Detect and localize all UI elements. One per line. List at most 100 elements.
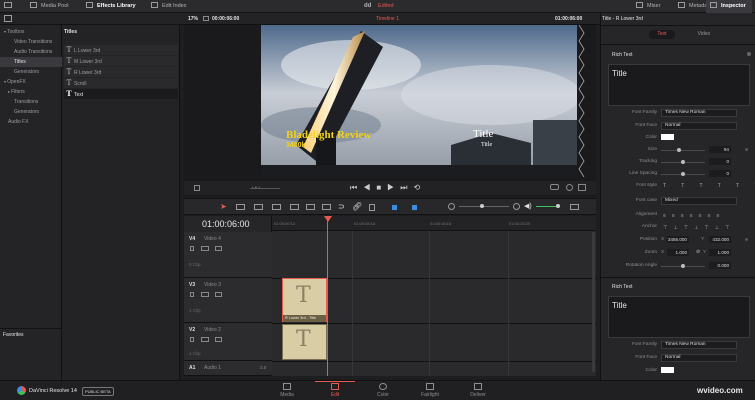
- tab-text[interactable]: Text: [649, 30, 675, 39]
- tree-item-video-transitions[interactable]: Video Transitions: [14, 37, 60, 47]
- auto-select-icon[interactable]: [201, 246, 209, 251]
- position-y-value[interactable]: 432.000: [709, 236, 731, 243]
- timeline-name[interactable]: Timeline 1: [376, 16, 399, 22]
- page-fairlight[interactable]: Fairlight: [410, 383, 450, 398]
- crop-icon[interactable]: [194, 185, 200, 191]
- tree-item-transitions[interactable]: Transitions: [14, 97, 60, 107]
- timeline-clip-v3[interactable]: T R Lower 3rd - Title: [282, 278, 327, 322]
- zoom-y-value[interactable]: 1.000: [709, 249, 731, 256]
- alignment-buttons[interactable]: ≡≡≡≡≡≡≡: [663, 212, 725, 220]
- auto-select-icon[interactable]: [201, 337, 209, 342]
- reset-icon[interactable]: [745, 148, 748, 151]
- line-spacing-slider-knob[interactable]: [681, 172, 685, 176]
- tree-item-toolbox[interactable]: ▾ Toolbox: [4, 27, 61, 37]
- timeline-options-icon[interactable]: [570, 204, 579, 210]
- toggle-panel-icon[interactable]: [4, 0, 16, 13]
- playback-buttons[interactable]: ⏮◀■▶⏭⟲: [350, 183, 426, 193]
- insert-clip-icon[interactable]: [290, 204, 299, 210]
- match-frame-icon[interactable]: [566, 184, 573, 191]
- text-input[interactable]: Title: [608, 64, 750, 106]
- size-value[interactable]: 94: [709, 146, 731, 153]
- section-rich-text[interactable]: Rich Text: [612, 52, 632, 58]
- mixer-button[interactable]: Mixer: [636, 0, 660, 13]
- timeline-ruler[interactable]: 01:00:00:12 01:00:08:18 01:00:16:16 01:0…: [272, 216, 596, 231]
- title-item-m-lower-3rd[interactable]: TM Lower 3rd: [64, 56, 178, 66]
- rotation-value[interactable]: 0.000: [709, 262, 731, 269]
- zoom-in-icon[interactable]: [513, 203, 520, 210]
- title-item-r-lower-3rd[interactable]: TR Lower 3rd: [64, 67, 178, 77]
- effects-library-button[interactable]: Effects Library: [86, 0, 136, 13]
- zoom-slider-knob[interactable]: [480, 204, 484, 208]
- color-swatch-2[interactable]: [661, 367, 674, 373]
- track-visibility-icon[interactable]: [215, 246, 222, 251]
- lock-icon[interactable]: [190, 292, 194, 297]
- position-lock-icon[interactable]: [369, 204, 375, 211]
- jog-arrows-icon[interactable]: ‹ • ›: [252, 185, 260, 191]
- page-deliver[interactable]: Deliver: [458, 383, 498, 398]
- lock-icon[interactable]: [190, 337, 194, 342]
- timeline-clip-v2[interactable]: T: [282, 324, 327, 360]
- tree-item-titles[interactable]: Titles: [0, 57, 62, 67]
- playhead[interactable]: [327, 216, 328, 376]
- flag-icon[interactable]: [392, 205, 397, 210]
- font-face-dropdown-2[interactable]: Normal: [661, 354, 737, 362]
- font-family-dropdown-2[interactable]: Times New Roman: [661, 341, 737, 349]
- auto-select-icon[interactable]: [201, 292, 209, 297]
- title-item-scroll[interactable]: T Scroll: [64, 78, 178, 88]
- track-header-v2[interactable]: V2 Video 2 1 Clip: [184, 323, 272, 361]
- tree-item-audio-fx[interactable]: Audio FX: [8, 117, 60, 127]
- color-swatch[interactable]: [661, 134, 674, 140]
- page-edit[interactable]: Edit: [315, 383, 355, 398]
- title-item-l-lower-3rd[interactable]: TL Lower 3rd: [64, 45, 178, 55]
- text-input-2[interactable]: Title: [608, 296, 750, 338]
- tree-item-generators[interactable]: Generators: [14, 67, 60, 77]
- reset-icon[interactable]: [747, 52, 751, 56]
- track-visibility-icon[interactable]: [215, 292, 222, 297]
- size-slider-knob[interactable]: [677, 148, 681, 152]
- tracking-slider-knob[interactable]: [681, 160, 685, 164]
- timeline-scrollbar[interactable]: [592, 232, 595, 372]
- video-frame[interactable]: Bladelight Review 3400k Title Title: [261, 25, 577, 177]
- audio-level-knob[interactable]: [556, 204, 560, 208]
- loop-icon[interactable]: [550, 184, 559, 190]
- rotation-slider-knob[interactable]: [681, 264, 685, 268]
- tree-item-generators-ofx[interactable]: Generators: [14, 107, 60, 117]
- timeline-tracks[interactable]: 01:00:00:12 01:00:08:18 01:00:16:16 01:0…: [272, 216, 596, 376]
- title-item-text[interactable]: T Text: [64, 89, 178, 99]
- reset-icon[interactable]: [745, 238, 748, 241]
- zoom-out-icon[interactable]: [448, 203, 455, 210]
- position-x-value[interactable]: 3456.000: [667, 236, 689, 243]
- font-face-dropdown[interactable]: Normal: [661, 122, 737, 130]
- page-media[interactable]: Media: [267, 383, 307, 398]
- tree-item-filters[interactable]: ▸ Filters: [8, 87, 60, 97]
- zoom-x-value[interactable]: 1.000: [667, 249, 689, 256]
- link-icon[interactable]: ⊘: [696, 249, 700, 257]
- selection-tool-icon[interactable]: ➤: [220, 202, 227, 211]
- playhead-marker-icon[interactable]: [324, 216, 332, 222]
- page-color[interactable]: Color: [363, 383, 403, 398]
- trim-tool-icon[interactable]: [236, 204, 245, 210]
- anchor-buttons[interactable]: ⊤⊥⊤⊥⊤⊥⊤: [663, 224, 736, 232]
- font-style-buttons[interactable]: T T T T T T: [663, 182, 755, 190]
- lock-icon[interactable]: [190, 246, 194, 251]
- dynamic-trim-icon[interactable]: [254, 204, 263, 210]
- media-pool-button[interactable]: Media Pool: [30, 0, 69, 13]
- edit-index-button[interactable]: Edit Index: [151, 0, 186, 13]
- inspector-button[interactable]: Inspector: [706, 0, 752, 13]
- replace-clip-icon[interactable]: [322, 204, 331, 210]
- linked-selection-icon[interactable]: 🔗︎: [352, 202, 362, 211]
- tab-video[interactable]: Video: [691, 30, 717, 39]
- tree-item-openfx[interactable]: ▾ OpenFX: [4, 77, 61, 87]
- track-header-v4[interactable]: V4 Video 4 0 Clip: [184, 232, 272, 278]
- viewer-options-icon[interactable]: [203, 16, 209, 21]
- panel-toggle-icon[interactable]: [4, 15, 12, 22]
- audio-level-icon[interactable]: ◀): [524, 202, 532, 210]
- line-spacing-value[interactable]: 0: [709, 170, 731, 177]
- favorites-header[interactable]: Favorites: [3, 332, 24, 338]
- overwrite-clip-icon[interactable]: [306, 204, 315, 210]
- track-header-a1[interactable]: A1 Audio 1 2.0: [184, 361, 272, 376]
- size-slider[interactable]: [661, 150, 705, 151]
- blade-tool-icon[interactable]: [272, 204, 281, 210]
- tracking-value[interactable]: 0: [709, 158, 731, 165]
- track-visibility-icon[interactable]: [215, 337, 222, 342]
